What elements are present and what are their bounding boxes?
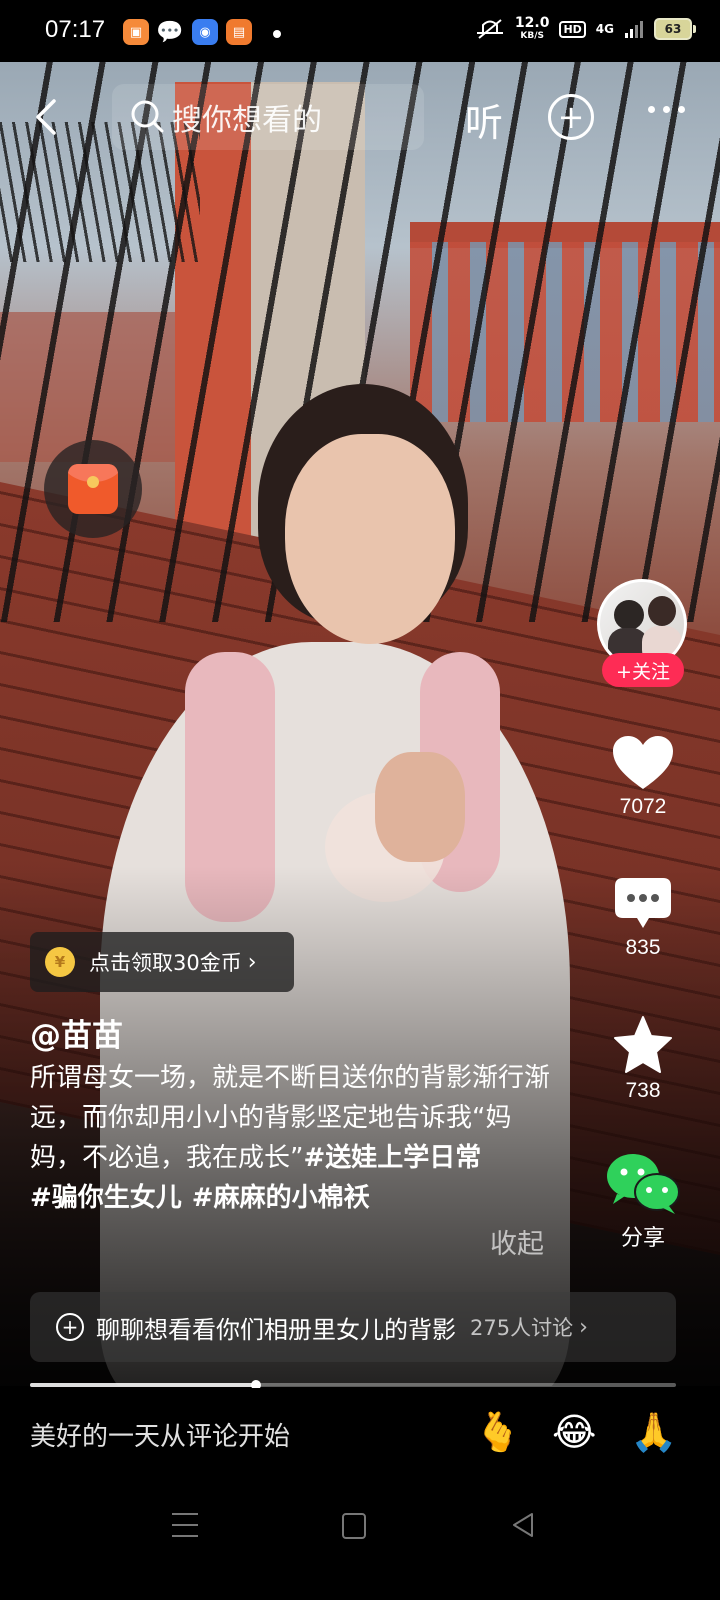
collapse-caption-button[interactable]: 收起	[490, 1222, 544, 1261]
comment-count: 835	[625, 936, 661, 959]
favorite-count: 738	[625, 1079, 661, 1102]
coin-icon: ¥	[45, 947, 75, 977]
network-type: 4G	[595, 22, 614, 36]
red-envelope-icon	[68, 464, 118, 514]
back-button[interactable]	[26, 92, 66, 142]
video-caption: 所谓母女一场，就是不断目送你的背影渐行渐远，而你却用小小的背影坚定地告诉我“妈妈…	[30, 1058, 560, 1218]
hd-badge: HD	[559, 20, 586, 38]
comment-icon	[615, 878, 671, 928]
pray-emoji-button[interactable]: 🙏	[630, 1410, 677, 1455]
topic-title: 聊聊想看看你们相册里女儿的背影	[96, 1315, 456, 1344]
status-bar: 07:17 ▣ 💬 ◉ ▤ 12.0 KB/S HD 4G 63	[0, 0, 720, 62]
red-packet-button[interactable]	[44, 440, 142, 538]
share-label: 分享	[620, 1225, 665, 1250]
search-icon	[131, 100, 164, 133]
favorite-button[interactable]: 738	[595, 1015, 691, 1103]
chevron-right-icon: ›	[579, 1314, 588, 1340]
more-notifications-dot	[273, 30, 281, 38]
girl-hand	[375, 752, 465, 862]
topic-count: 275人讨论	[470, 1316, 574, 1340]
search-box[interactable]: 搜你想看的	[112, 84, 424, 150]
chevron-right-icon: ›	[247, 949, 257, 975]
comment-button[interactable]: 835	[595, 876, 691, 960]
back-arrow-icon	[36, 99, 56, 135]
topic-discussion-bar[interactable]: + 聊聊想看看你们相册里女儿的背影 275人讨论 ›	[30, 1292, 676, 1362]
plus-icon: +	[557, 98, 585, 136]
home-button[interactable]	[342, 1513, 366, 1539]
add-circle-icon: +	[56, 1313, 84, 1341]
video-progress-bar[interactable]	[30, 1380, 676, 1390]
shop-notification-icon: ▤	[226, 19, 252, 45]
hashtag-link[interactable]: #骗你生女儿	[30, 1183, 182, 1213]
progress-fill	[30, 1383, 257, 1387]
add-button[interactable]: +	[548, 94, 594, 140]
app-notification-icon: ▣	[123, 19, 149, 45]
coin-reward-banner[interactable]: ¥ 点击领取30金币 ›	[30, 932, 294, 992]
baidu-notification-icon: ◉	[192, 19, 218, 45]
search-placeholder: 搜你想看的	[172, 103, 322, 138]
listen-button[interactable]: 听	[465, 92, 503, 147]
signal-icon	[625, 21, 643, 38]
top-bar: 搜你想看的 听 +	[0, 62, 720, 172]
like-button[interactable]: 7072	[595, 735, 691, 819]
star-icon	[614, 1016, 672, 1073]
mute-icon	[476, 19, 503, 39]
comment-input[interactable]: 美好的一天从评论开始	[30, 1416, 290, 1453]
system-back-button[interactable]	[510, 1512, 536, 1538]
hashtag-link[interactable]: #麻麻的小棉袄	[192, 1183, 370, 1213]
wechat-share-icon	[607, 1154, 680, 1214]
more-options-button[interactable]	[648, 106, 685, 113]
like-count: 7072	[619, 795, 667, 818]
follow-button[interactable]: +关注	[602, 653, 684, 687]
battery-icon: 63	[654, 18, 696, 40]
system-nav-bar	[0, 1478, 720, 1600]
recent-apps-button[interactable]	[172, 1513, 198, 1546]
coin-banner-label: 点击领取30金币	[89, 951, 242, 975]
creator-handle[interactable]: @苗苗	[30, 1010, 123, 1055]
comment-bar: 美好的一天从评论开始 🫰 😂 🙏	[0, 1388, 720, 1478]
hashtag-link[interactable]: #送娃上学日常	[303, 1143, 481, 1173]
finger-heart-emoji-button[interactable]: 🫰	[474, 1410, 521, 1455]
network-speed: 12.0 KB/S	[514, 15, 550, 42]
girl-face	[285, 434, 455, 644]
wechat-notification-icon: 💬	[156, 19, 184, 45]
share-button[interactable]: 分享	[595, 1150, 691, 1252]
heart-icon	[613, 736, 673, 789]
status-time: 07:17	[45, 16, 106, 43]
laughing-emoji-button[interactable]: 😂	[552, 1410, 596, 1454]
